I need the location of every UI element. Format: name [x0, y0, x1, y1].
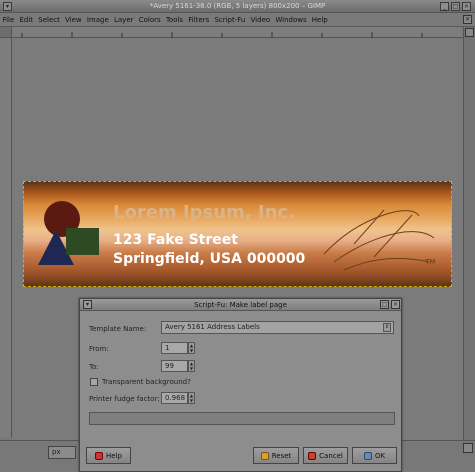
script-fu-dialog: ▾ Script-Fu: Make label page □ × Templat…: [79, 298, 402, 472]
window-titlebar: ▾ *Avery 5161-38.0 (RGB, 5 layers) 800x2…: [0, 0, 475, 13]
ruler-ticks-icon: [21, 32, 423, 38]
label-image[interactable]: Lorem Ipsum, Inc. 123 Fake Street Spring…: [23, 181, 452, 287]
menu-help[interactable]: Help: [309, 16, 330, 24]
to-spinbox[interactable]: 99: [161, 360, 188, 372]
dialog-titlebar: ▾ Script-Fu: Make label page □ ×: [80, 299, 401, 311]
company-name-text: Lorem Ipsum, Inc.: [113, 202, 295, 223]
zoom-lock-icon[interactable]: [465, 28, 474, 37]
transparent-background-label: Transparent background?: [102, 378, 191, 386]
vertical-scrollbar[interactable]: [463, 27, 475, 440]
cancel-button[interactable]: Cancel: [303, 447, 348, 464]
cancel-icon: [308, 451, 317, 460]
ok-icon: [363, 451, 372, 460]
transparent-background-checkbox[interactable]: [90, 378, 98, 386]
progress-bar: [89, 412, 395, 425]
from-label: From:: [89, 345, 109, 353]
minimize-button[interactable]: _: [440, 2, 449, 11]
maximize-button[interactable]: □: [451, 2, 460, 11]
close-image-icon[interactable]: ×: [463, 15, 472, 24]
help-button-label: Help: [106, 451, 122, 460]
address-line-1: 123 Fake Street: [113, 232, 238, 248]
from-stepper-icon[interactable]: ▲ ▼: [188, 342, 195, 354]
template-name-label: Template Name:: [89, 325, 147, 333]
fudge-factor-spinbox[interactable]: 0.968: [161, 392, 188, 404]
address-line-2: Springfield, USA 000000: [113, 251, 306, 267]
menu-select[interactable]: Select: [36, 16, 63, 24]
logo-shapes-icon: [38, 201, 435, 271]
menu-tools[interactable]: Tools: [163, 16, 185, 24]
ruler-corner[interactable]: [0, 27, 12, 38]
help-icon: [95, 451, 104, 460]
close-window-button[interactable]: ×: [462, 2, 471, 11]
dialog-maximize-button[interactable]: □: [380, 300, 389, 309]
fudge-factor-label: Printer fudge factor:: [89, 395, 160, 403]
reset-button[interactable]: Reset: [253, 447, 299, 464]
reset-icon: [260, 451, 269, 460]
reset-button-label: Reset: [271, 451, 292, 460]
menu-file[interactable]: File: [0, 16, 17, 24]
vertical-ruler[interactable]: [0, 38, 12, 438]
template-name-select[interactable]: Avery 5161 Address Labels ⇕: [161, 321, 394, 334]
horizontal-ruler[interactable]: [12, 27, 463, 38]
trademark-text: TM: [425, 258, 436, 266]
menubar: File Edit Select View Image Layer Colors…: [0, 13, 475, 27]
menu-filters[interactable]: Filters: [186, 16, 212, 24]
menu-windows[interactable]: Windows: [273, 16, 309, 24]
navigate-icon[interactable]: [463, 443, 473, 453]
chevron-updown-icon: ⇕: [383, 323, 391, 332]
fudge-stepper-icon[interactable]: ▲ ▼: [188, 392, 195, 404]
ok-button[interactable]: OK: [352, 447, 397, 464]
to-label: To:: [89, 363, 99, 371]
menu-script-fu[interactable]: Script-Fu: [212, 16, 248, 24]
to-stepper-icon[interactable]: ▲ ▼: [188, 360, 195, 372]
menu-view[interactable]: View: [62, 16, 84, 24]
menu-edit[interactable]: Edit: [17, 16, 36, 24]
menu-image[interactable]: Image: [84, 16, 111, 24]
menu-layer[interactable]: Layer: [111, 16, 136, 24]
dialog-title: Script-Fu: Make label page: [194, 301, 287, 309]
menu-colors[interactable]: Colors: [136, 16, 163, 24]
window-title: *Avery 5161-38.0 (RGB, 5 layers) 800x200…: [149, 2, 326, 10]
from-spinbox[interactable]: 1: [161, 342, 188, 354]
dialog-close-button[interactable]: ×: [391, 300, 400, 309]
help-button[interactable]: Help: [86, 447, 131, 464]
template-name-value: Avery 5161 Address Labels: [165, 323, 260, 331]
cancel-button-label: Cancel: [319, 451, 343, 460]
ok-button-label: OK: [374, 451, 386, 460]
unit-select[interactable]: px: [48, 446, 76, 459]
menu-video[interactable]: Video: [248, 16, 273, 24]
